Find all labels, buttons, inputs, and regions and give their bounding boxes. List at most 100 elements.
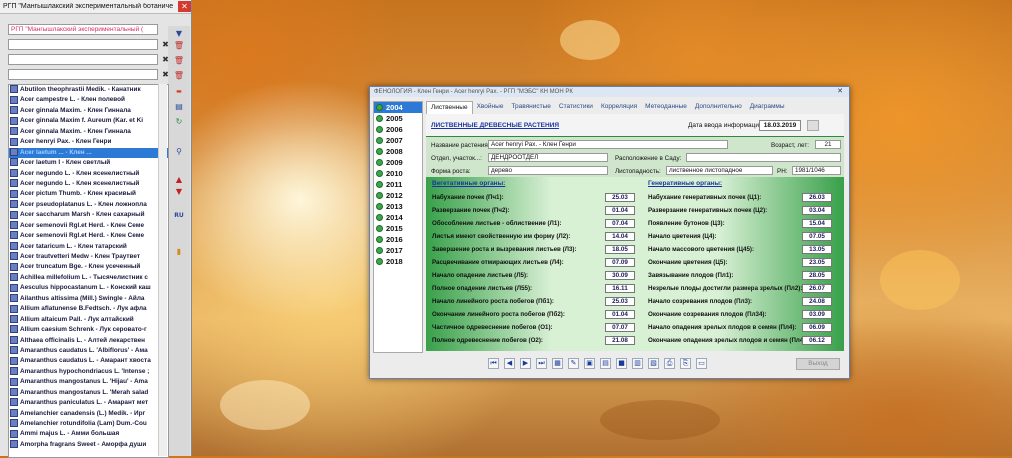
- grid-icon[interactable]: ▦: [552, 358, 563, 369]
- vegetative-phase-date[interactable]: 07.07: [605, 323, 635, 332]
- species-list-item[interactable]: Acer tataricum L. - Клен татарский: [9, 241, 168, 252]
- year-item[interactable]: 2017: [374, 245, 422, 256]
- vegetative-phase-date[interactable]: 18.05: [605, 245, 635, 254]
- species-list-item[interactable]: Ailanthus altissima (Mill.) Swingle - Ай…: [9, 294, 168, 304]
- species-list-item[interactable]: Amaranthus caudatus L. - Амарант хвоста: [9, 356, 168, 366]
- species-list[interactable]: Abutilon theophrastii Medik. - Канатник A…: [8, 84, 169, 458]
- generative-phase-date[interactable]: 28.05: [802, 271, 832, 280]
- species-list-item[interactable]: Acer semenovii Rgl.et Herd. - Клен Семе: [9, 221, 168, 231]
- year-item[interactable]: 2013: [374, 201, 422, 212]
- year-item[interactable]: 2008: [374, 146, 422, 157]
- species-list-scrollbar[interactable]: [158, 84, 167, 456]
- tab-2[interactable]: Травянистые: [507, 101, 554, 114]
- exit-button[interactable]: Выход: [796, 358, 840, 370]
- vegetative-phase-date[interactable]: 07.04: [605, 219, 635, 228]
- tab-3[interactable]: Статистики: [555, 101, 597, 114]
- species-list-item[interactable]: Acer laetum I - Клен светлый: [9, 158, 168, 168]
- year-item[interactable]: 2009: [374, 157, 422, 168]
- generative-phase-date[interactable]: 06.12: [802, 336, 832, 345]
- generative-phase-date[interactable]: 13.05: [802, 245, 832, 254]
- green-icon[interactable]: ■: [616, 358, 627, 369]
- generative-phase-date[interactable]: 03.04: [802, 206, 832, 215]
- vegetative-phase-date[interactable]: 25.03: [605, 297, 635, 306]
- table-icon[interactable]: ▤: [600, 358, 611, 369]
- species-list-item[interactable]: Amelanchier rotundifolia (Lam) Dum.-Cou: [9, 419, 168, 429]
- generative-phase-date[interactable]: 03.09: [802, 310, 832, 319]
- species-list-item[interactable]: Amorpha fragrans Sweet - Аморфа души: [9, 440, 168, 450]
- species-list-item[interactable]: Acer henryi Pax. - Клен Генри: [9, 137, 168, 147]
- species-list-item[interactable]: Althaea officinalis L. - Алтей лекарстве…: [9, 335, 168, 346]
- species-list-item[interactable]: Allium caesium Schrenk - Лук серовато-г: [9, 325, 168, 335]
- species-list-item[interactable]: Amaranthus mangostanus L. 'Hijau' - Ama: [9, 377, 168, 387]
- filter-icon[interactable]: ▼: [172, 28, 186, 40]
- move-up-icon[interactable]: ▲: [172, 174, 186, 186]
- new-icon[interactable]: ▣: [584, 358, 595, 369]
- generative-phase-date[interactable]: 24.08: [802, 297, 832, 306]
- vegetative-phase-date[interactable]: 16.11: [605, 284, 635, 293]
- date-field[interactable]: 18.03.2019: [759, 120, 801, 131]
- generative-phase-date[interactable]: 26.03: [802, 193, 832, 202]
- leaf-type-field[interactable]: лиственное листопадное: [666, 166, 773, 175]
- bookmark-icon[interactable]: ▬: [172, 86, 186, 98]
- note-icon[interactable]: ▮: [172, 246, 186, 258]
- species-list-item[interactable]: Acer semenovii Rgl.et Herd. - Клен Семе: [9, 231, 168, 241]
- calendar-icon[interactable]: [807, 120, 819, 131]
- department-field[interactable]: ДЕНДРООТДЕЛ: [488, 153, 608, 162]
- species-list-item[interactable]: Acer trautvetteri Medw - Клен Траутвет: [9, 252, 168, 262]
- species-list-item[interactable]: Abutilon theophrastii Medik. - Канатник: [9, 85, 168, 95]
- edit-icon[interactable]: ✎: [568, 358, 579, 369]
- prev-icon[interactable]: ◀: [504, 358, 515, 369]
- last-icon[interactable]: ⏭: [536, 358, 547, 369]
- species-list-item[interactable]: Acer pictum Thumb. - Клен красивый: [9, 189, 168, 199]
- generative-phase-date[interactable]: 23.05: [802, 258, 832, 267]
- plant-name-field[interactable]: Acer henryi Pax. - Клен Генри: [488, 140, 728, 149]
- print-icon[interactable]: ⎙: [664, 358, 675, 369]
- year-item[interactable]: 2006: [374, 124, 422, 135]
- tab-6[interactable]: Дополнительно: [691, 101, 746, 114]
- vegetative-phase-date[interactable]: 30.09: [605, 271, 635, 280]
- species-list-item[interactable]: Acer negundo L. - Клен ясенелистный: [9, 168, 168, 179]
- rn-field[interactable]: 1981/1046: [792, 166, 841, 175]
- age-field[interactable]: 21: [815, 140, 841, 149]
- species-list-item[interactable]: Acer laetum ... - Клен ...: [9, 147, 168, 159]
- folder-icon[interactable]: ▭: [696, 358, 707, 369]
- species-list-item[interactable]: Acer truncatum Bge. - Клен усеченный: [9, 262, 168, 272]
- species-list-item[interactable]: Acer ginnala Maxim. - Клен Гиннала: [9, 127, 168, 137]
- binoculars-icon[interactable]: ⚲: [172, 146, 186, 158]
- tab-0[interactable]: Лиственные: [426, 101, 473, 114]
- tab-4[interactable]: Корреляция: [597, 101, 641, 114]
- filter-field-1[interactable]: [8, 39, 158, 50]
- year-item[interactable]: 2016: [374, 234, 422, 245]
- species-list-item[interactable]: Achillea millefolium L. - Тысячелистник …: [9, 273, 168, 283]
- vegetative-phase-date[interactable]: 14.04: [605, 232, 635, 241]
- species-list-item[interactable]: Amaranthus hypochondriacus L. 'Intense ;: [9, 367, 168, 377]
- list-icon[interactable]: ▤: [172, 101, 186, 113]
- species-list-item[interactable]: Amaranthus caudatus L. 'Albiflorus' - Ам…: [9, 346, 168, 356]
- year-item[interactable]: 2014: [374, 212, 422, 223]
- year-item[interactable]: 2004: [374, 102, 422, 113]
- tab-5[interactable]: Метеоданные: [641, 101, 691, 114]
- delete-icon[interactable]: 🗑: [172, 55, 186, 67]
- vegetative-phase-date[interactable]: 07.09: [605, 258, 635, 267]
- vegetative-phase-date[interactable]: 21.08: [605, 336, 635, 345]
- delete-icon[interactable]: 🗑: [172, 40, 186, 52]
- section-title[interactable]: ЛИСТВЕННЫЕ ДРЕВЕСНЫЕ РАСТЕНИЯ: [431, 122, 559, 129]
- vegetative-phase-date[interactable]: 01.04: [605, 206, 635, 215]
- delete-icon[interactable]: 🗑: [172, 70, 186, 82]
- vegetative-phase-date[interactable]: 01.04: [605, 310, 635, 319]
- close-icon[interactable]: ✕: [837, 87, 843, 95]
- save-icon[interactable]: ⎘: [680, 358, 691, 369]
- species-list-item[interactable]: Acer ginnala Maxim. - Клен Гиннала: [9, 106, 168, 116]
- year-item[interactable]: 2018: [374, 256, 422, 267]
- species-list-item[interactable]: Acer saccharum Marsh - Клен сахарный: [9, 210, 168, 220]
- tab-7[interactable]: Диаграммы: [746, 101, 789, 114]
- close-icon[interactable]: ✕: [178, 1, 191, 12]
- first-icon[interactable]: ⏮: [488, 358, 499, 369]
- year-item[interactable]: 2010: [374, 168, 422, 179]
- species-list-item[interactable]: Acer pseudoplatanus L. - Клен ложноплa: [9, 200, 168, 210]
- growth-form-field[interactable]: дерево: [488, 166, 608, 175]
- generative-phase-date[interactable]: 15.04: [802, 219, 832, 228]
- organization-filter[interactable]: РГП "Мангышлакский экспериментальный (: [8, 24, 158, 35]
- species-list-item[interactable]: Aesculus hippocastanum L. - Конский каш: [9, 283, 168, 293]
- refresh-icon[interactable]: ↻: [172, 116, 186, 128]
